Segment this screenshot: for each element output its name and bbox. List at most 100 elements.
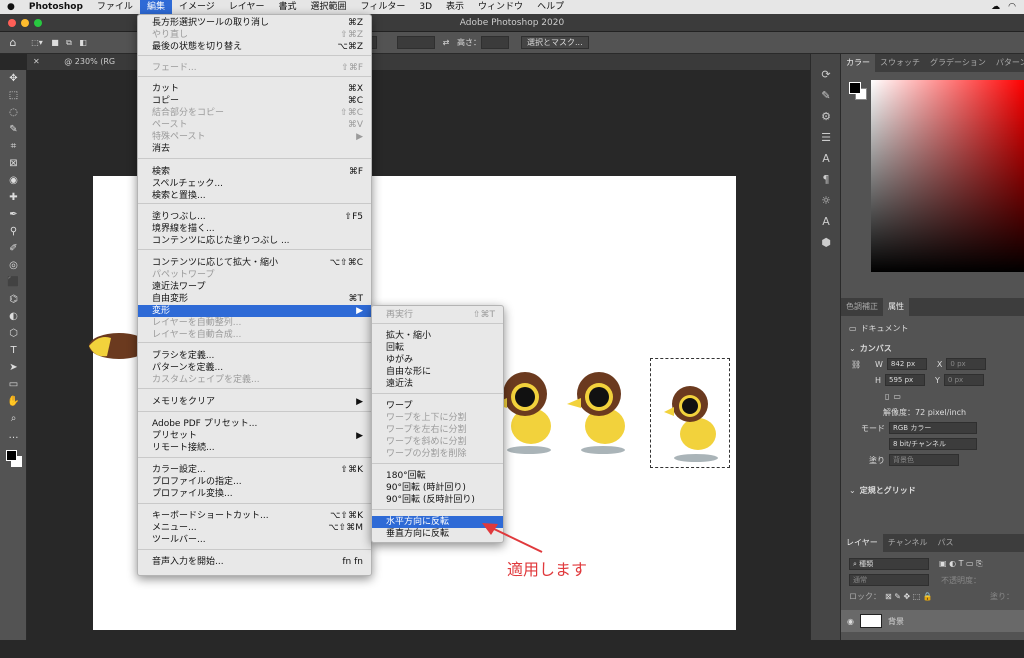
edit-menu-item-33[interactable]: キーボードショートカット... ⌥⇧⌘K bbox=[138, 510, 371, 522]
document-tab[interactable]: @ 230% (RG bbox=[64, 57, 115, 66]
canvas-width-field[interactable]: 842 px bbox=[886, 358, 927, 370]
edit-menu-item-36[interactable]: 音声入力を開始... fn fn bbox=[138, 556, 371, 568]
layer-row-background[interactable]: ◉ 背景 bbox=[841, 610, 1024, 632]
menu-10[interactable]: ヘルプ bbox=[530, 0, 571, 14]
tool-4-icon[interactable]: ⌗ bbox=[0, 138, 27, 155]
edit-menu-item-15[interactable]: コンテンツに応じた塗りつぶし ... bbox=[138, 235, 371, 247]
panel-strip-6-icon[interactable]: ☼ bbox=[811, 190, 841, 211]
tab-color_panel-tabs-1[interactable]: スウォッチ bbox=[875, 54, 925, 72]
chevron-down-icon[interactable]: ⌄ bbox=[849, 486, 856, 495]
tab-layers_panel-tabs-0[interactable]: レイヤー bbox=[841, 534, 883, 552]
transform-menu-item-12[interactable]: 90°回転 (時計回り) bbox=[372, 482, 503, 494]
edit-menu-item-30[interactable]: カラー設定... ⇧⌘K bbox=[138, 464, 371, 476]
height-field[interactable] bbox=[481, 36, 509, 49]
menu-2[interactable]: イメージ bbox=[172, 0, 222, 14]
menu-4[interactable]: 書式 bbox=[272, 0, 304, 14]
edit-menu-item-29[interactable]: リモート接続... bbox=[138, 442, 371, 454]
wifi-icon[interactable]: ◠ bbox=[1008, 2, 1016, 12]
tool-3-icon[interactable]: ✎ bbox=[0, 121, 27, 138]
tab-props_panel-tabs-0[interactable]: 色調補正 bbox=[841, 298, 883, 316]
transform-menu-item-6[interactable]: ワープ bbox=[372, 400, 503, 412]
tool-7-icon[interactable]: ✚ bbox=[0, 189, 27, 206]
panel-strip-5-icon[interactable]: ¶ bbox=[811, 169, 841, 190]
transform-menu-item-1[interactable]: 拡大・縮小 bbox=[372, 330, 503, 342]
foreground-background-colors[interactable] bbox=[4, 450, 22, 474]
tab-close-icon[interactable]: ✕ bbox=[33, 57, 40, 66]
color-picker-field[interactable] bbox=[871, 80, 1024, 272]
tab-color_panel-tabs-2[interactable]: グラデーション bbox=[925, 54, 991, 72]
transform-menu-item-3[interactable]: ゆがみ bbox=[372, 354, 503, 366]
tool-1-icon[interactable]: ⬚ bbox=[0, 87, 27, 104]
tab-layers_panel-tabs-2[interactable]: パス bbox=[933, 534, 959, 552]
foreground-color-swatch[interactable] bbox=[849, 82, 861, 94]
canvas-y-field[interactable]: 0 px bbox=[943, 374, 984, 386]
tool-2-icon[interactable]: ◌ bbox=[0, 104, 27, 121]
edit-menu-item-4[interactable]: カット ⌘X bbox=[138, 83, 371, 95]
app-menu[interactable]: Photoshop bbox=[22, 0, 90, 14]
tool-6-icon[interactable]: ◉ bbox=[0, 172, 27, 189]
transform-menu-item-4[interactable]: 自由な形に bbox=[372, 366, 503, 378]
minimize-window-icon[interactable] bbox=[21, 19, 29, 27]
zoom-window-icon[interactable] bbox=[34, 19, 42, 27]
tool-0-icon[interactable]: ✥ bbox=[0, 70, 27, 87]
canvas-x-field[interactable]: 0 px bbox=[946, 358, 987, 370]
fill-select[interactable]: 背景色 bbox=[889, 454, 959, 466]
tool-11-icon[interactable]: ◎ bbox=[0, 257, 27, 274]
close-window-icon[interactable] bbox=[8, 19, 16, 27]
menu-6[interactable]: フィルター bbox=[354, 0, 413, 14]
tool-5-icon[interactable]: ⊠ bbox=[0, 155, 27, 172]
tool-10-icon[interactable]: ✐ bbox=[0, 240, 27, 257]
apple-menu-icon[interactable]: ● bbox=[0, 0, 22, 14]
edit-menu-item-19[interactable]: 自由変形 ⌘T bbox=[138, 293, 371, 305]
edit-menu-item-2[interactable]: 最後の状態を切り替え ⌥⌘Z bbox=[138, 41, 371, 53]
menu-8[interactable]: 表示 bbox=[439, 0, 471, 14]
tab-color_panel-tabs-3[interactable]: パターン bbox=[991, 54, 1024, 72]
tool-15-icon[interactable]: ⬡ bbox=[0, 325, 27, 342]
tool-17-icon[interactable]: ➤ bbox=[0, 359, 27, 376]
panel-strip-0-icon[interactable]: ⟳ bbox=[811, 64, 841, 85]
canvas-height-field[interactable]: 595 px bbox=[885, 374, 926, 386]
tool-19-icon[interactable]: ✋ bbox=[0, 393, 27, 410]
edit-menu-item-23[interactable]: ブラシを定義... bbox=[138, 350, 371, 362]
edit-menu-item-32[interactable]: プロファイル変換... bbox=[138, 488, 371, 500]
edit-menu-item-34[interactable]: メニュー... ⌥⇧⌘M bbox=[138, 522, 371, 534]
swap-icon[interactable]: ⇄ bbox=[435, 38, 457, 47]
toolbar-foreground-swatch[interactable] bbox=[6, 450, 17, 461]
chevron-down-icon[interactable]: ⌄ bbox=[849, 344, 856, 353]
edit-menu-item-11[interactable]: スペルチェック... bbox=[138, 178, 371, 190]
tool-12-icon[interactable]: ⬛ bbox=[0, 274, 27, 291]
tool-13-icon[interactable]: ⌬ bbox=[0, 291, 27, 308]
menu-3[interactable]: レイヤー bbox=[222, 0, 272, 14]
marquee-tool-icon[interactable]: ⬚▾ bbox=[26, 38, 48, 47]
tab-color_panel-tabs-0[interactable]: カラー bbox=[841, 54, 875, 72]
tool-9-icon[interactable]: ⚲ bbox=[0, 223, 27, 240]
tab-props_panel-tabs-1[interactable]: 属性 bbox=[883, 298, 909, 316]
edit-menu-item-14[interactable]: 境界線を描く... bbox=[138, 223, 371, 235]
link-icon[interactable]: ⛓ bbox=[851, 360, 871, 369]
edit-menu-item-31[interactable]: プロファイルの指定... bbox=[138, 476, 371, 488]
edit-menu-item-24[interactable]: パターンを定義... bbox=[138, 362, 371, 374]
selection-mode-subtract-icon[interactable]: ◧ bbox=[76, 38, 90, 47]
lock-icons[interactable]: ⊠ ✎ ✥ ⬚ 🔒 bbox=[885, 592, 933, 601]
menu-5[interactable]: 選択範囲 bbox=[304, 0, 354, 14]
edit-menu-item-16[interactable]: コンテンツに応じて拡大・縮小 ⌥⇧⌘C bbox=[138, 257, 371, 269]
tool-14-icon[interactable]: ◐ bbox=[0, 308, 27, 325]
landscape-icon[interactable]: ▭ bbox=[893, 392, 901, 401]
transform-menu-item-5[interactable]: 遠近法 bbox=[372, 378, 503, 390]
portrait-icon[interactable]: ▯ bbox=[885, 392, 889, 401]
edit-menu-item-5[interactable]: コピー ⌘C bbox=[138, 95, 371, 107]
menu-9[interactable]: ウィンドウ bbox=[471, 0, 530, 14]
selection-mode-add-icon[interactable]: ⧉ bbox=[62, 38, 76, 48]
menu-7[interactable]: 3D bbox=[412, 0, 439, 14]
edit-menu-item-12[interactable]: 検索と置換... bbox=[138, 190, 371, 202]
edit-menu-item-26[interactable]: メモリをクリア ▶ bbox=[138, 396, 371, 408]
menu-0[interactable]: ファイル bbox=[90, 0, 140, 14]
selection-mode-new-icon[interactable]: ■ bbox=[48, 38, 62, 47]
edit-menu-item-10[interactable]: 検索 ⌘F bbox=[138, 166, 371, 178]
transform-menu-item-2[interactable]: 回転 bbox=[372, 342, 503, 354]
edit-menu-item-27[interactable]: Adobe PDF プリセット... bbox=[138, 418, 371, 430]
panel-strip-3-icon[interactable]: ☰ bbox=[811, 127, 841, 148]
menu-1[interactable]: 編集 bbox=[139, 0, 172, 14]
tool-18-icon[interactable]: ▭ bbox=[0, 376, 27, 393]
width-field[interactable] bbox=[397, 36, 435, 49]
